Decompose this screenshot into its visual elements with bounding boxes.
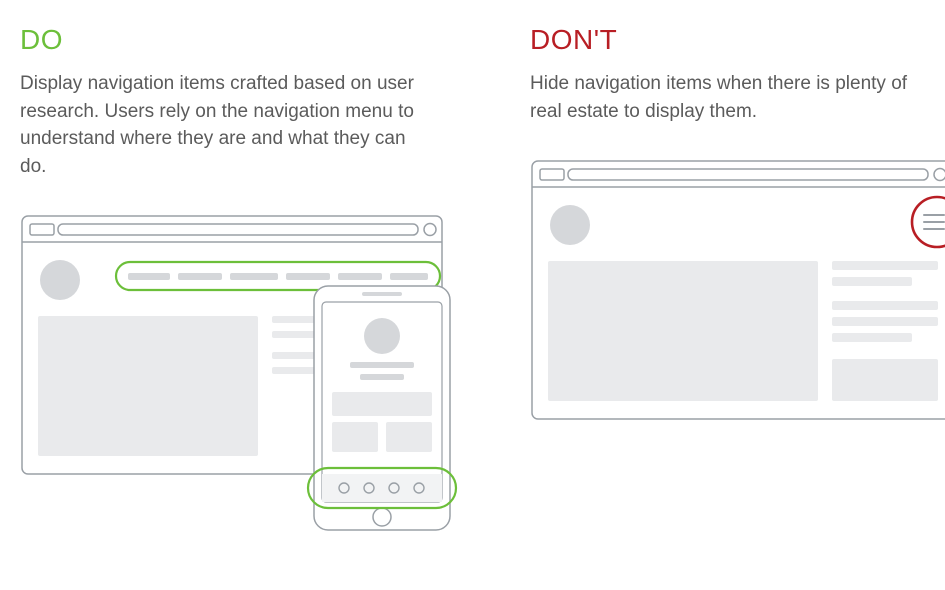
nav-items — [128, 273, 428, 280]
do-column: DO Display navigation items crafted base… — [20, 24, 460, 566]
phone-wireframe — [308, 286, 456, 530]
hamburger-icon — [924, 215, 944, 229]
do-heading: DO — [20, 24, 460, 56]
avatar-placeholder — [40, 260, 80, 300]
do-illustration — [20, 214, 460, 534]
content-blocks — [548, 261, 938, 401]
dont-illustration — [530, 159, 945, 439]
phone-avatar — [364, 318, 400, 354]
avatar-placeholder — [550, 205, 590, 245]
do-body-text: Display navigation items crafted based o… — [20, 70, 430, 180]
dont-body-text: Hide navigation items when there is plen… — [530, 70, 940, 125]
content-blocks — [38, 316, 350, 456]
dont-column: DON'T Hide navigation items when there i… — [530, 24, 945, 566]
dont-heading: DON'T — [530, 24, 945, 56]
